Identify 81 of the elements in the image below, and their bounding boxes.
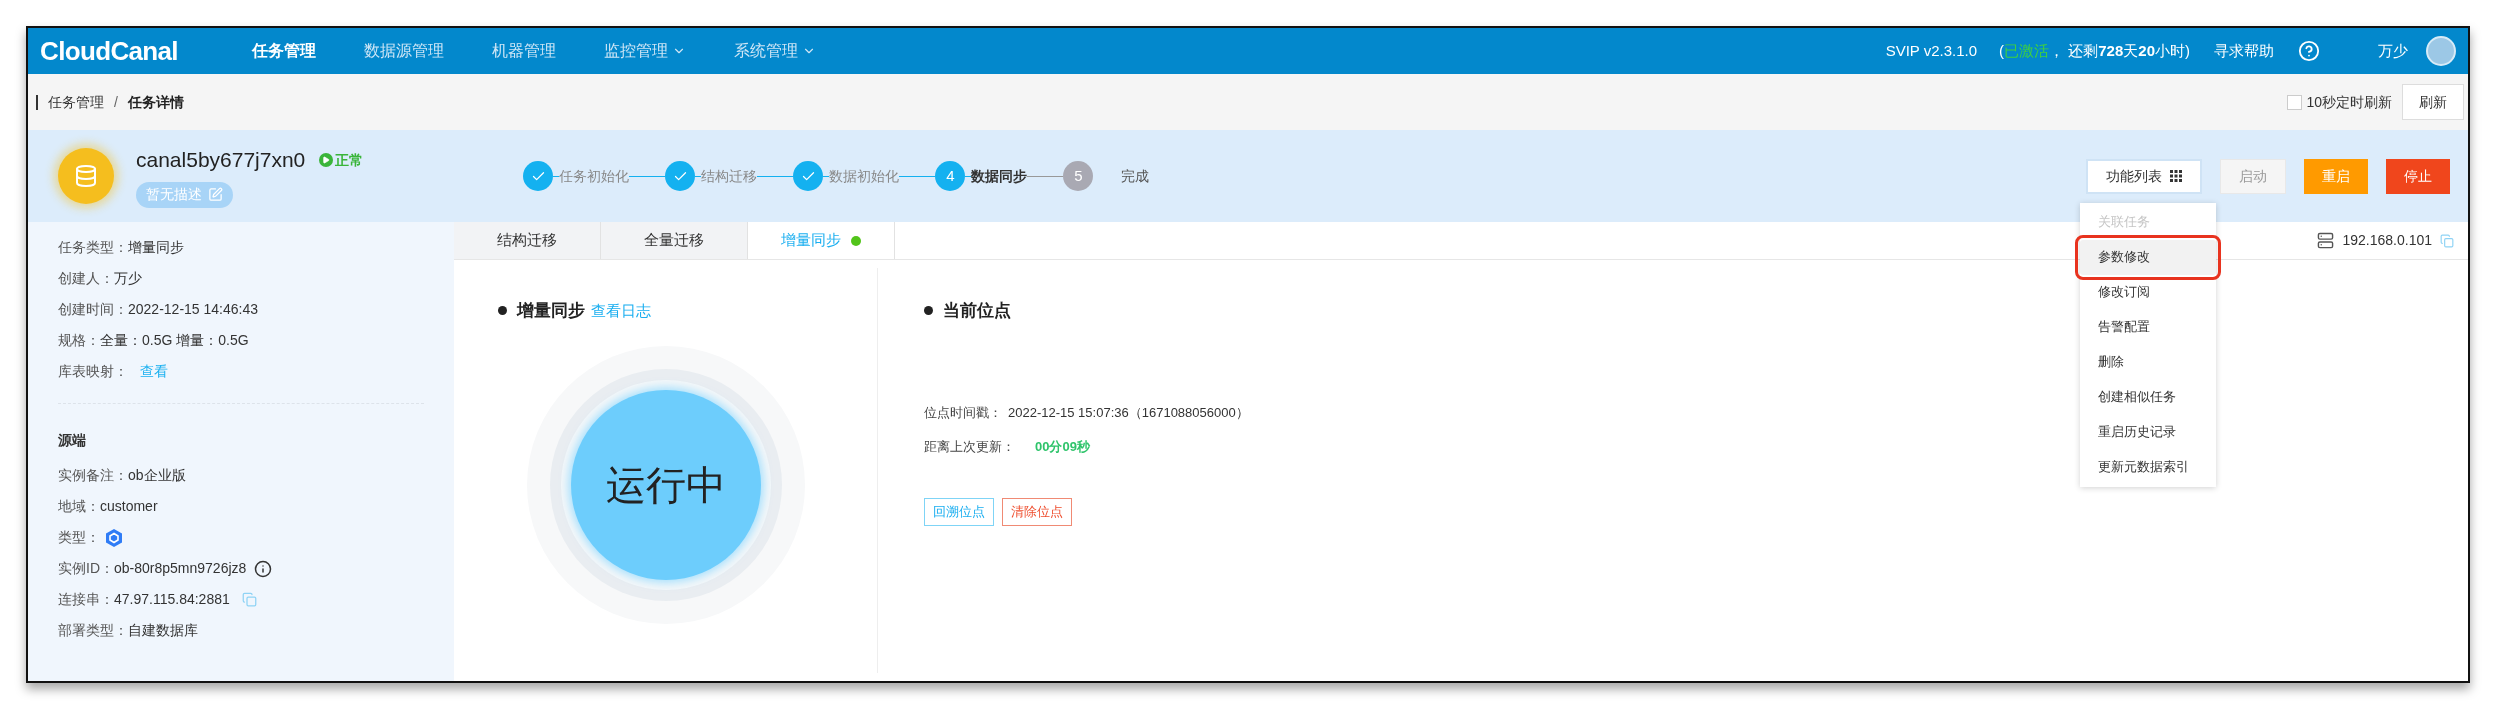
view-link[interactable]: 查看 (140, 361, 168, 382)
database-icon (58, 148, 114, 204)
field-label: 库表映射： (58, 362, 128, 381)
info-icon[interactable] (254, 559, 273, 578)
edit-icon (208, 187, 223, 203)
menu-item[interactable]: 重启历史记录 (2080, 414, 2216, 450)
section-title: 源端 (58, 430, 87, 450)
field-value: 增量同步 (128, 238, 184, 257)
step-label: 结构迁移 (701, 166, 758, 186)
position-button[interactable]: 回溯位点 (924, 497, 994, 526)
field-value: 2022-12-15 14:46:43 (128, 300, 258, 319)
section-title: 增量同步 (517, 300, 585, 322)
status-text: 运行中 (605, 461, 726, 509)
step-number: 4 (935, 161, 966, 191)
action-button[interactable]: 重启 (2304, 158, 2368, 194)
menu-item[interactable]: 修改订阅 (2080, 274, 2216, 310)
field-value: 2022-12-15 15:07:36（1671088056000） (1008, 403, 1249, 422)
nav-item[interactable]: 数据源管理 (364, 39, 444, 63)
field-label: 规格： (58, 331, 100, 350)
field-value: customer (100, 497, 158, 516)
refresh-button[interactable]: 刷新 (2402, 84, 2464, 120)
bullet-icon (498, 306, 507, 316)
user-name[interactable]: 万少 (2378, 39, 2408, 63)
help-icon[interactable] (2298, 40, 2320, 62)
menu-item[interactable]: 删除 (2080, 344, 2216, 380)
copy-icon[interactable] (2440, 233, 2454, 248)
field-label: 连接串： (58, 590, 114, 609)
host-address: 192.168.0.101 (2342, 231, 2432, 250)
step-label: 任务初始化 (559, 166, 630, 186)
view-log-link[interactable]: 查看日志 (591, 299, 651, 322)
field-label: 创建时间： (58, 300, 128, 319)
nav-item[interactable]: 任务管理 (252, 39, 316, 63)
checkbox-label: 10秒定时刷新 (2306, 92, 2392, 112)
tab[interactable]: 全量迁移 (601, 222, 748, 259)
status-label: 正常 (319, 149, 364, 171)
tab[interactable]: 结构迁移 (454, 222, 601, 259)
step-label: 数据初始化 (829, 166, 900, 186)
step-number: 5 (1063, 161, 1094, 191)
breadcrumb-item[interactable]: 任务管理 (48, 91, 104, 113)
version-label: SVIP v2.3.1.0 (1885, 40, 1978, 61)
field-value: 00分09秒 (1035, 437, 1090, 456)
nav-item[interactable]: 机器管理 (492, 39, 556, 63)
field-value: 自建数据库 (128, 621, 198, 640)
auto-refresh-checkbox[interactable] (2287, 94, 2303, 110)
field-label: 类型： (58, 528, 100, 547)
field-label: 任务类型： (58, 238, 128, 257)
help-link[interactable]: 寻求帮助 (2214, 39, 2274, 63)
app-logo[interactable]: CloudCanal (40, 31, 240, 71)
function-list-button[interactable]: 功能列表 (2086, 158, 2202, 194)
grid-icon (2170, 170, 2182, 182)
nav-item[interactable]: 系统管理 (734, 39, 816, 63)
section-title: 当前位点 (943, 300, 1011, 322)
field-label: 实例ID： (58, 559, 114, 578)
field-value: ob企业版 (128, 466, 186, 485)
action-button[interactable]: 停止 (2386, 158, 2450, 194)
field-label: 距离上次更新： (924, 437, 1015, 456)
position-button[interactable]: 清除位点 (1002, 497, 1072, 526)
license-info: (已激活， 还剩728天20小时) (1999, 40, 2190, 61)
field-label: 位点时间戳： (924, 403, 1002, 422)
menu-item[interactable]: 告警配置 (2080, 309, 2216, 345)
field-value: ob-80r8p5mn9726jz8 (114, 559, 247, 578)
avatar[interactable] (2426, 36, 2456, 66)
field-value: 47.97.115.84:2881 (114, 590, 230, 609)
field-label: 地域： (58, 497, 100, 516)
step-label: 数据同步 (971, 166, 1028, 186)
bullet-icon (924, 306, 933, 316)
menu-item[interactable]: 创建相似任务 (2080, 379, 2216, 415)
breadcrumb-separator: / (114, 92, 118, 112)
menu-item[interactable]: 更新元数据索引 (2080, 449, 2216, 485)
field-label: 创建人： (58, 269, 114, 288)
server-icon (2317, 232, 2335, 249)
field-label: 实例备注： (58, 466, 128, 485)
breadcrumb-item[interactable]: 任务详情 (127, 91, 184, 113)
play-icon (319, 153, 334, 167)
field-value: 全量：0.5G 增量：0.5G (100, 331, 249, 350)
field-value: 万少 (114, 269, 142, 288)
task-name: canal5by677j7xn0 (136, 147, 306, 174)
field-label: 部署类型： (58, 621, 128, 640)
hexagon-icon (104, 527, 124, 548)
step-label: 完成 (1121, 166, 1150, 186)
nav-item[interactable]: 监控管理 (604, 39, 686, 63)
